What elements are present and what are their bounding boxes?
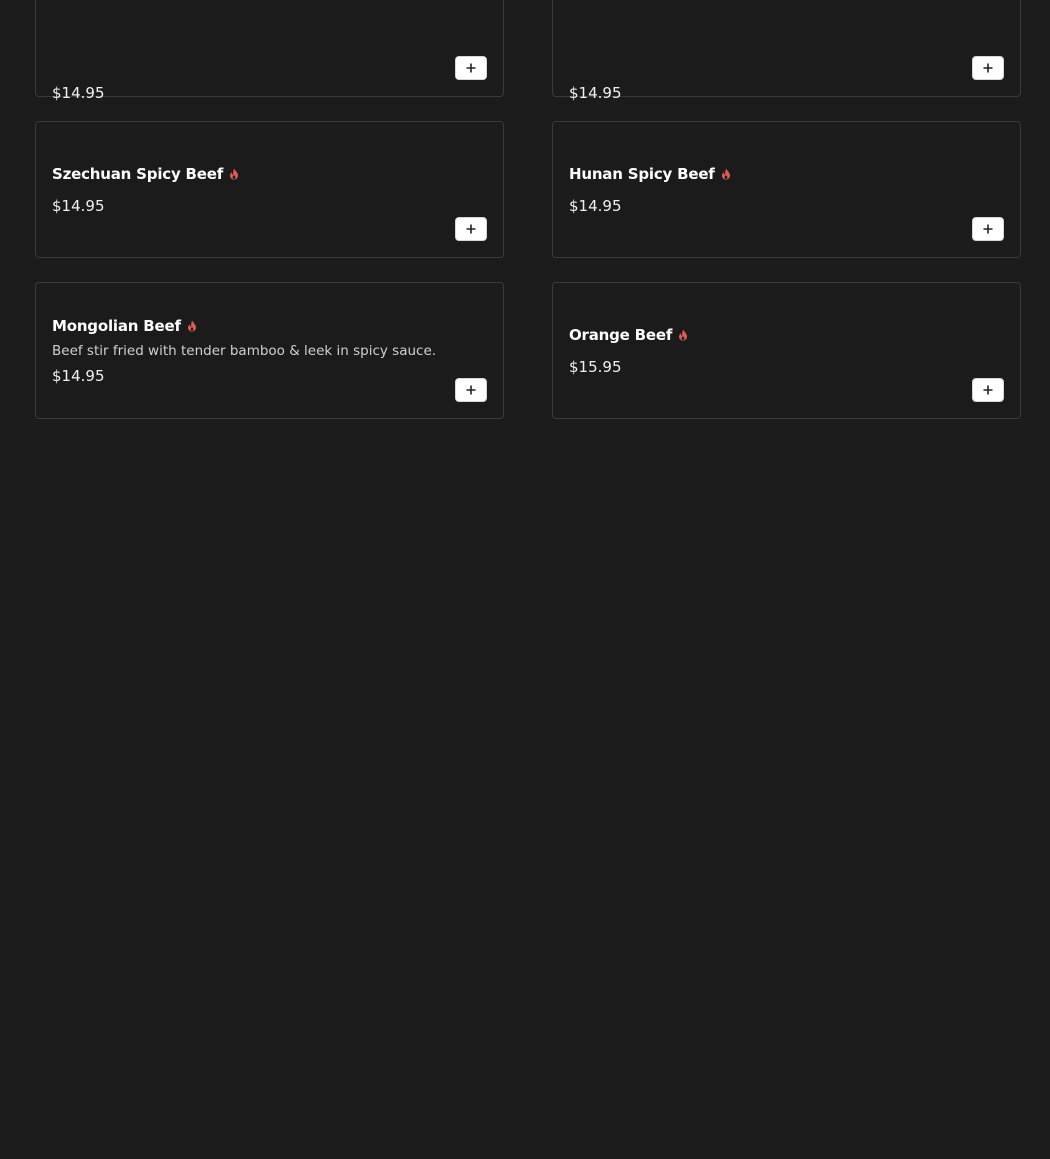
item-price: $14.95: [569, 196, 622, 215]
flame-icon: [721, 168, 730, 179]
item-price: $15.95: [569, 357, 622, 376]
add-item-button[interactable]: [972, 56, 1004, 80]
plus-icon: [983, 63, 993, 73]
add-item-button[interactable]: [972, 217, 1004, 241]
add-item-button[interactable]: [455, 56, 487, 80]
menu-item-card[interactable]: Hunan Spicy Beef $14.95: [552, 121, 1021, 258]
item-name: Szechuan Spicy Beef: [52, 164, 224, 183]
item-name: Orange Beef: [569, 325, 673, 344]
item-price: $14.95: [52, 366, 105, 385]
plus-icon: [466, 63, 476, 73]
add-item-button[interactable]: [455, 378, 487, 402]
menu-item-card[interactable]: Szechuan Spicy Beef $14.95: [35, 121, 504, 258]
flame-icon: [187, 320, 196, 331]
menu-items-grid: $14.95 $14.95 Szechuan Spicy Beef $14.95: [35, 0, 1021, 419]
item-name: Mongolian Beef: [52, 316, 181, 335]
item-price: $14.95: [52, 196, 105, 215]
plus-icon: [466, 385, 476, 395]
item-description: Beef stir fried with tender bamboo & lee…: [52, 342, 437, 359]
menu-item-card[interactable]: Orange Beef $15.95: [552, 282, 1021, 419]
menu-item-card[interactable]: $14.95: [552, 0, 1021, 102]
item-price: $14.95: [569, 84, 622, 102]
plus-icon: [983, 224, 993, 234]
plus-icon: [983, 385, 993, 395]
menu-item-card[interactable]: $14.95: [35, 0, 504, 102]
item-name: Hunan Spicy Beef: [569, 164, 715, 183]
plus-icon: [466, 224, 476, 234]
add-item-button[interactable]: [972, 378, 1004, 402]
menu-item-card[interactable]: Mongolian Beef Beef stir fried with tend…: [35, 282, 504, 419]
flame-icon: [230, 168, 239, 179]
item-price: $14.95: [52, 84, 105, 102]
add-item-button[interactable]: [455, 217, 487, 241]
flame-icon: [679, 329, 688, 340]
